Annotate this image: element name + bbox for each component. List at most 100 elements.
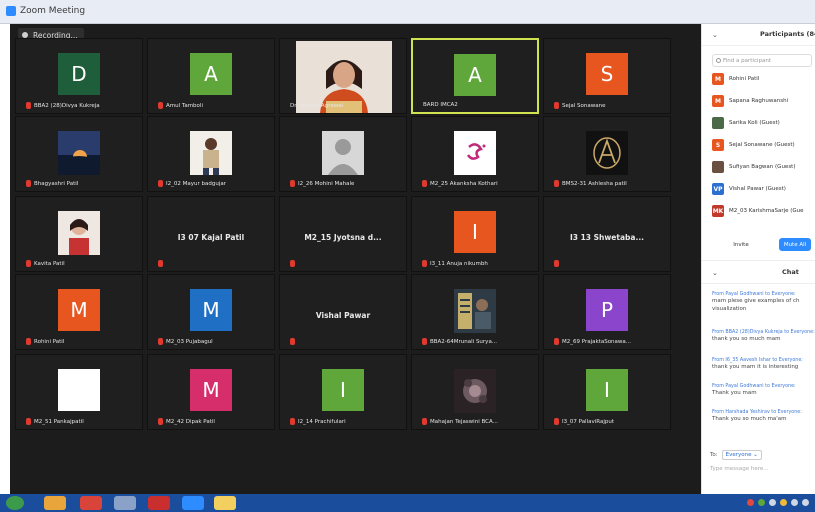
profile-photo xyxy=(322,131,364,175)
muted-mic-icon xyxy=(422,180,427,187)
chat-recipient-row: To: Everyone ⌄ xyxy=(710,450,762,460)
participant-tile[interactable]: S Sejal Sonawane xyxy=(543,38,671,114)
opera-icon[interactable] xyxy=(148,496,170,510)
chrome-icon[interactable] xyxy=(80,496,102,510)
participant-name-label: Sejal Sonawane xyxy=(554,102,606,109)
participant-list-item[interactable]: MK M2_03 KarishmaSarje (Gue xyxy=(712,204,804,218)
collapse-chevron-icon[interactable]: ⌄ xyxy=(712,31,718,39)
participant-list-item[interactable]: Sarika Koli (Guest) xyxy=(712,116,780,130)
participant-avatar xyxy=(58,369,100,411)
mute-all-button[interactable]: Mute All xyxy=(779,238,811,251)
participant-name-label: Mahajan Tejaswini BCA... xyxy=(422,418,498,425)
participant-name-label xyxy=(554,260,562,267)
muted-mic-icon xyxy=(158,260,163,267)
participant-name-label: I2_02 Mayur badgujar xyxy=(158,180,226,187)
participant-list-item[interactable]: M Rohini Patil xyxy=(712,72,759,86)
zoom-taskbar-icon[interactable] xyxy=(182,496,204,510)
participant-tile[interactable]: I I3_11 Anuja nikumbh xyxy=(411,196,539,272)
muted-mic-icon xyxy=(158,102,163,109)
recipient-select[interactable]: Everyone ⌄ xyxy=(721,450,762,460)
muted-mic-icon xyxy=(26,338,31,345)
participant-tile[interactable]: I2_02 Mayur badgujar xyxy=(147,116,275,192)
folder-icon[interactable] xyxy=(214,496,236,510)
participant-list-avatar: M xyxy=(712,95,724,107)
participant-tile[interactable]: Dr. Monika Agrawal xyxy=(279,38,407,114)
muted-mic-icon xyxy=(26,260,31,267)
chat-message-text: mam plese give examples of ch xyxy=(712,298,800,304)
chat-message-text: Thank you mam xyxy=(712,390,757,396)
participant-tile[interactable]: Mahajan Tejaswini BCA... xyxy=(411,354,539,430)
participant-name: I2_14 Prachifulari xyxy=(298,418,346,425)
start-button-icon[interactable] xyxy=(6,496,24,510)
participant-tile[interactable]: Bhagyashri Patil xyxy=(15,116,143,192)
participant-tile[interactable]: I I2_14 Prachifulari xyxy=(279,354,407,430)
profile-photo xyxy=(454,289,496,333)
participant-tile[interactable]: M2_15 Jyotsna d... xyxy=(279,196,407,272)
participant-name: Dr. Monika Agrawal xyxy=(290,103,344,109)
invite-button[interactable]: Invite xyxy=(730,238,752,251)
participant-tile[interactable]: M M2_42 Dipak Patil xyxy=(147,354,275,430)
participant-search-input[interactable]: Find a participant xyxy=(712,54,812,67)
participant-tile[interactable]: M Rohini Patil xyxy=(15,274,143,350)
participant-name-label: I2_26 Mohini Mahale xyxy=(290,180,354,187)
participant-list-name: Sarika Koli (Guest) xyxy=(729,120,780,126)
participant-tile[interactable]: BBA2-64Mrunali Surya... xyxy=(411,274,539,350)
participant-tile[interactable]: M2_51 Pankajpatil xyxy=(15,354,143,430)
profile-photo xyxy=(58,131,100,175)
participant-avatar: I xyxy=(454,211,496,253)
tray-icon[interactable] xyxy=(747,499,754,506)
participant-tile[interactable]: I3 13 Shwetaba... xyxy=(543,196,671,272)
participant-avatar: I xyxy=(586,369,628,411)
participant-list-name: Vishal Pawar (Guest) xyxy=(729,186,786,192)
participant-avatar: S xyxy=(586,53,628,95)
tray-icon[interactable] xyxy=(802,499,809,506)
participant-tile[interactable]: A BARD IMCA2 xyxy=(411,38,539,114)
participant-tile[interactable]: I I3_07 PallaviRajput xyxy=(543,354,671,430)
participants-title: Participants (84) xyxy=(760,30,815,38)
participant-list-item[interactable]: Sufiyan Bagwan (Guest) xyxy=(712,160,795,174)
participant-tile[interactable]: M2_25 Akanksha Kothari xyxy=(411,116,539,192)
to-label: To: xyxy=(710,452,718,458)
participant-name: BBA2-64Mrunali Surya... xyxy=(430,338,498,345)
app-icon[interactable] xyxy=(114,496,136,510)
muted-mic-icon xyxy=(290,338,295,345)
participant-name: Bhagyashri Patil xyxy=(34,180,79,187)
profile-photo xyxy=(454,131,496,175)
tray-icon[interactable] xyxy=(791,499,798,506)
participant-tile[interactable]: Vishal Pawar xyxy=(279,274,407,350)
chat-collapse-chevron-icon[interactable]: ⌄ xyxy=(712,269,718,277)
participant-name: M2_25 Akanksha Kothari xyxy=(430,180,498,187)
participant-tile[interactable]: BMS2-31 Ashlesha patil xyxy=(543,116,671,192)
participant-list-item[interactable]: VP Vishal Pawar (Guest) xyxy=(712,182,786,196)
participant-list-item[interactable]: S Sejal Sonawane (Guest) xyxy=(712,138,795,152)
participant-tile[interactable]: I3 07 Kajal Patil xyxy=(147,196,275,272)
participant-tile[interactable]: Kavita Patil xyxy=(15,196,143,272)
participant-avatar: P xyxy=(586,289,628,331)
muted-mic-icon xyxy=(290,418,295,425)
participant-list-item[interactable]: M Sapana Raghuwanshi xyxy=(712,94,788,108)
chat-message: From Payal Godhwani to Everyone: mam ples… xyxy=(712,292,815,313)
participant-tile[interactable]: M M2_03 Pujabagul xyxy=(147,274,275,350)
participant-name-label: I2_14 Prachifulari xyxy=(290,418,346,425)
participant-avatar: D xyxy=(58,53,100,95)
participant-tile[interactable]: P M2_69 PrajaktaSonawa... xyxy=(543,274,671,350)
participant-name-label xyxy=(158,260,166,267)
participant-tile[interactable]: D BBA2 (28)Divya Kukreja xyxy=(15,38,143,114)
chat-input[interactable]: Type message here... xyxy=(710,466,769,472)
muted-mic-icon xyxy=(422,418,427,425)
firefox-icon[interactable] xyxy=(44,496,66,510)
window-title: Zoom Meeting xyxy=(20,6,86,16)
participant-tile[interactable]: I2_26 Mohini Mahale xyxy=(279,116,407,192)
participant-tile[interactable]: A Amul Tamboli xyxy=(147,38,275,114)
tray-icon[interactable] xyxy=(758,499,765,506)
participant-name-label: M2_42 Dipak Patil xyxy=(158,418,215,425)
chat-header: ⌄ Chat xyxy=(702,260,815,284)
muted-mic-icon xyxy=(158,338,163,345)
tray-icon[interactable] xyxy=(780,499,787,506)
participant-list-avatar: S xyxy=(712,139,724,151)
zoom-window: Zoom Meeting Recording... D BBA2 (28)Divy… xyxy=(0,0,815,512)
participant-name: Rohini Patil xyxy=(34,338,65,345)
tray-icon[interactable] xyxy=(769,499,776,506)
chat-message-text: thank you mam it is interesting xyxy=(712,364,799,370)
participant-name: Kavita Patil xyxy=(34,260,65,267)
